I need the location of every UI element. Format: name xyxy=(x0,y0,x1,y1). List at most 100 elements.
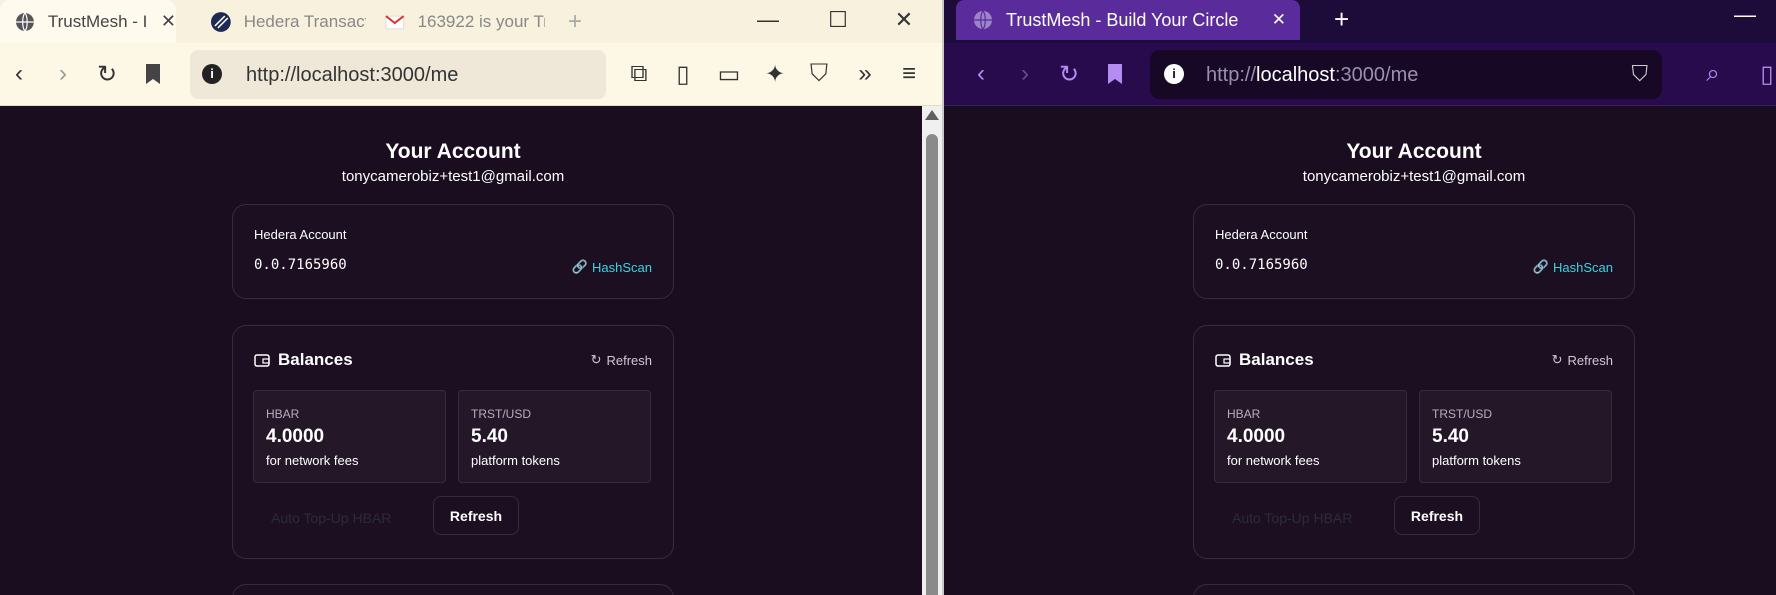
sparkle-icon[interactable]: ✦ xyxy=(760,59,790,89)
hedera-account-card: Hedera Account 0.0.7165960 🔗 HashScan xyxy=(1193,204,1635,299)
bookmark-icon[interactable] xyxy=(138,59,168,89)
hashscan-label: HashScan xyxy=(1553,259,1613,275)
page-title: Your Account xyxy=(385,140,521,163)
hbar-balance-tile: HBAR 4.0000 for network fees xyxy=(253,390,446,483)
toolbar: ‹ › ↻ i http://localhost:3000/me ⛉ ⌕ ▯ xyxy=(944,43,1776,106)
refresh-button[interactable]: Refresh xyxy=(1394,496,1480,535)
account-id: 0.0.7165960 xyxy=(1215,257,1308,273)
globe-icon xyxy=(15,12,34,31)
tab-bar: TrustMesh - Build Your Circle ✕ + — xyxy=(944,0,1776,43)
close-tab-icon[interactable]: ✕ xyxy=(161,11,176,32)
tab-label: 163922 is your Tr xyxy=(417,11,545,31)
refresh-button[interactable]: Refresh xyxy=(433,496,519,535)
auto-topup-button[interactable]: Auto Top-Up HBAR xyxy=(1232,510,1352,526)
tile-name: TRST/USD xyxy=(1432,407,1492,421)
hashscan-link[interactable]: 🔗 HashScan xyxy=(1533,259,1613,275)
tile-value: 5.40 xyxy=(471,426,508,447)
next-card xyxy=(1193,584,1635,595)
forward-button[interactable]: › xyxy=(1010,59,1040,89)
brave-shield-icon[interactable]: ⛉ xyxy=(1631,61,1648,87)
wallet-icon xyxy=(254,354,270,367)
tile-desc: platform tokens xyxy=(471,453,560,468)
right-browser-window: TrustMesh - Build Your Circle ✕ + — ‹ › … xyxy=(944,0,1776,595)
page-viewport: Your Account tonycamerobiz+test1@gmail.c… xyxy=(0,106,922,595)
tile-value: 4.0000 xyxy=(266,426,325,447)
sidebar-icon[interactable]: ▯ xyxy=(668,59,698,89)
tab-trustmesh[interactable]: TrustMesh - Build Your Circle ✕ xyxy=(956,0,1300,40)
address-bar[interactable]: i http://localhost:3000/me ⛉ xyxy=(1150,50,1662,99)
account-id: 0.0.7165960 xyxy=(254,257,347,273)
overflow-chevron-icon[interactable]: » xyxy=(850,59,880,89)
hashscan-link[interactable]: 🔗 HashScan xyxy=(572,259,652,275)
reload-button[interactable]: ↻ xyxy=(1054,59,1084,89)
tile-name: HBAR xyxy=(1227,407,1261,421)
address-bar[interactable]: i http://localhost:3000/me xyxy=(190,50,606,99)
reload-button[interactable]: ↻ xyxy=(92,59,122,89)
info-icon[interactable]: i xyxy=(202,64,222,84)
tab-trustmesh[interactable]: TrustMesh - I ✕ xyxy=(0,0,176,43)
menu-icon[interactable]: ≡ xyxy=(894,59,924,89)
hbar-balance-tile: HBAR 4.0000 for network fees xyxy=(1214,390,1407,483)
user-email: tonycamerobiz+test1@gmail.com xyxy=(341,168,565,185)
auto-topup-button[interactable]: Auto Top-Up HBAR xyxy=(271,510,391,526)
tab-gmail[interactable]: 163922 is your Tr xyxy=(370,0,545,43)
page-viewport: Your Account tonycamerobiz+test1@gmail.c… xyxy=(944,106,1776,595)
shield-icon[interactable]: ⛉ xyxy=(804,59,834,89)
minimize-button[interactable]: — xyxy=(750,5,786,35)
close-window-button[interactable]: ✕ xyxy=(886,5,922,35)
wallet-icon[interactable]: ▭ xyxy=(714,59,744,89)
balances-refresh-link[interactable]: ↻ Refresh xyxy=(591,352,652,368)
close-tab-icon[interactable]: ✕ xyxy=(1272,10,1286,30)
tile-name: TRST/USD xyxy=(471,407,531,421)
hedera-account-card: Hedera Account 0.0.7165960 🔗 HashScan xyxy=(232,204,674,299)
balances-card: Balances ↻ Refresh HBAR 4.0000 for netwo… xyxy=(1193,325,1635,559)
info-icon[interactable]: i xyxy=(1164,64,1184,84)
balances-heading: Balances xyxy=(1215,350,1314,370)
link-icon: 🔗 xyxy=(1532,259,1550,274)
extensions-icon[interactable]: ⧉ xyxy=(624,59,654,89)
back-button[interactable]: ‹ xyxy=(4,59,34,89)
scroll-thumb[interactable] xyxy=(926,134,938,595)
forward-button[interactable]: › xyxy=(48,59,78,89)
trst-balance-tile: TRST/USD 5.40 platform tokens xyxy=(1419,390,1612,483)
tab-hedera[interactable]: Hedera Transactio xyxy=(196,0,366,43)
left-browser-window: TrustMesh - I ✕ Hedera Transactio 163922… xyxy=(0,0,944,595)
url-text: http://localhost:3000/me xyxy=(1206,64,1419,86)
link-icon: 🔗 xyxy=(571,259,589,274)
tile-desc: for network fees xyxy=(1227,453,1320,468)
bookmark-icon[interactable] xyxy=(1100,59,1130,89)
balances-refresh-link[interactable]: ↻ Refresh xyxy=(1552,352,1613,368)
balances-heading: Balances xyxy=(254,350,353,370)
next-card xyxy=(232,584,674,595)
maximize-button[interactable]: ☐ xyxy=(820,5,856,35)
balances-card: Balances ↻ Refresh HBAR 4.0000 for netwo… xyxy=(232,325,674,559)
tab-bar: TrustMesh - I ✕ Hedera Transactio 163922… xyxy=(0,0,944,43)
search-tab-icon[interactable]: ⌕ xyxy=(1698,59,1728,89)
refresh-label: Refresh xyxy=(1567,352,1613,368)
minimize-button[interactable]: — xyxy=(1734,2,1756,28)
tile-desc: for network fees xyxy=(266,453,359,468)
hashscan-label: HashScan xyxy=(592,259,652,275)
scroll-up-arrow[interactable] xyxy=(925,110,939,120)
scrollbar[interactable] xyxy=(922,106,942,595)
balances-title: Balances xyxy=(278,350,353,369)
refresh-label: Refresh xyxy=(606,352,652,368)
refresh-icon: ↻ xyxy=(1551,352,1563,367)
tile-desc: platform tokens xyxy=(1432,453,1521,468)
hedera-icon xyxy=(210,11,231,32)
user-email: tonycamerobiz+test1@gmail.com xyxy=(1302,168,1526,185)
tab-label: Hedera Transactio xyxy=(243,11,366,31)
wallet-icon xyxy=(1215,354,1231,367)
new-tab-button[interactable]: + xyxy=(560,0,600,43)
sidebar-icon[interactable]: ▯ xyxy=(1752,59,1776,89)
refresh-icon: ↻ xyxy=(590,352,602,367)
tile-value: 5.40 xyxy=(1432,426,1469,447)
new-tab-button[interactable]: + xyxy=(1334,4,1349,35)
back-button[interactable]: ‹ xyxy=(966,59,996,89)
toolbar: ‹ › ↻ i http://localhost:3000/me ⧉ ▯ ▭ ✦… xyxy=(0,43,944,106)
hedera-account-label: Hedera Account xyxy=(254,227,347,242)
gmail-icon xyxy=(385,14,405,29)
trst-balance-tile: TRST/USD 5.40 platform tokens xyxy=(458,390,651,483)
url-text: http://localhost:3000/me xyxy=(246,64,459,86)
hedera-account-label: Hedera Account xyxy=(1215,227,1308,242)
